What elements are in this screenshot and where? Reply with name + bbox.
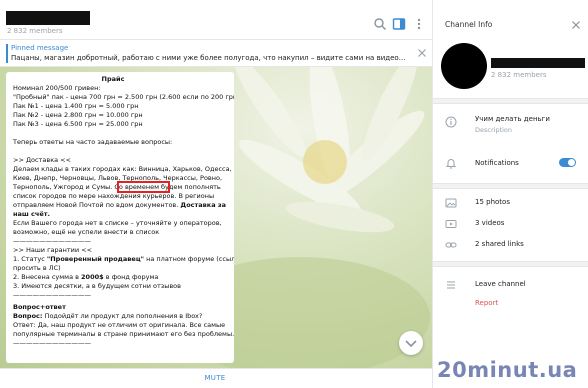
msg-line: 3. Имеются десятки, а в будущем сотни от…: [13, 282, 181, 290]
close-icon[interactable]: [417, 48, 427, 58]
more-options-icon[interactable]: [412, 17, 426, 31]
report-button[interactable]: Report: [475, 299, 498, 307]
msg-separator: ————————————: [13, 291, 91, 299]
msg-line: популярные терминалы в стране принимают …: [13, 330, 234, 338]
msg-line: Пак №1 - цена 1.400 грн = 5.000 грн: [13, 102, 139, 110]
toggle-knob: [568, 159, 575, 166]
pinned-title: Pinned message: [11, 44, 69, 52]
message-bubble: Прайс Номинал 200/500 гривен: "Пробный" …: [6, 72, 234, 363]
msg-line: Вопрос: Подойдёт ли продукт для пополнен…: [13, 312, 202, 321]
close-icon[interactable]: [571, 20, 581, 30]
link-icon: [445, 242, 457, 248]
msg-line: возможно, ещё не успели внести в список: [13, 228, 160, 236]
pinned-message[interactable]: Pinned message Пацаны, магазин добротный…: [0, 40, 432, 67]
chevron-down-icon: [405, 340, 417, 348]
msg-section-guarantees: >> Наши гарантии <<: [13, 246, 93, 254]
shared-photos[interactable]: 15 photos: [475, 198, 510, 206]
bottom-bar: MUTE: [0, 368, 432, 388]
msg-span: 1. Статус: [13, 255, 47, 263]
channel-name-redacted: [491, 58, 585, 68]
msg-section-faq: Вопрос+ответ: [13, 303, 66, 311]
msg-bold-span: "Проверенный продавец": [46, 255, 145, 263]
msg-section-delivery: >> Доставка <<: [13, 156, 72, 164]
scroll-down-button[interactable]: [399, 331, 423, 355]
channel-info-panel: Channel Info 2 832 members Учим делать д…: [432, 0, 588, 388]
msg-line: отправляем Новой Почтой по вдом документ…: [13, 201, 226, 210]
notifications-label: Notifications: [475, 159, 519, 167]
msg-line: "Пробный" пак - цена 700 грн = 2.500 грн…: [13, 93, 234, 101]
leave-channel-button[interactable]: Leave channel: [475, 280, 526, 288]
list-icon: [447, 281, 455, 289]
msg-bold-span: 2000$: [81, 273, 104, 281]
msg-price-heading: Прайс: [101, 75, 125, 83]
msg-line: Пак №3 - цена 6.500 грн = 25.000 грн: [13, 120, 143, 128]
info-icon: [445, 116, 457, 128]
msg-bold-span: Вопрос:: [13, 312, 43, 320]
panel-title: Channel Info: [445, 20, 493, 29]
msg-line: список городов по мере нахождения курьер…: [13, 192, 215, 200]
msg-span: на платном форуме (ссылку: [144, 255, 234, 263]
photo-icon: [445, 198, 457, 208]
notifications-toggle[interactable]: [559, 158, 576, 167]
msg-line: Делаем клады в таких городах как: Винниц…: [13, 165, 232, 173]
section-divider: [433, 98, 588, 104]
msg-span: в фонд форума: [103, 273, 159, 281]
chat-title-redacted[interactable]: [6, 11, 90, 25]
shared-links[interactable]: 2 shared links: [475, 240, 524, 248]
mute-button[interactable]: MUTE: [190, 374, 240, 382]
msg-line: наш счёт.: [13, 210, 51, 218]
section-divider: [433, 183, 588, 189]
chat-header: 2 832 members: [0, 0, 432, 40]
msg-line: Пак №2 - цена 2.800 грн = 10.000 грн: [13, 111, 143, 119]
msg-line: просить в ЛС): [13, 264, 61, 272]
msg-span: Подойдёт ли продукт для пополнения в Ibo…: [42, 312, 203, 320]
search-icon[interactable]: [373, 17, 387, 31]
msg-separator: ————————————: [13, 237, 91, 245]
panel-member-count: 2 832 members: [491, 71, 547, 79]
highlight-box: [117, 181, 170, 193]
sidebar-toggle-icon[interactable]: [392, 17, 406, 31]
msg-line: Если Вашего города нет в списке – уточня…: [13, 219, 222, 227]
msg-line: 1. Статус "Проверенный продавец" на плат…: [13, 255, 234, 264]
chat-area: 2 832 members Pinned message Пацаны, маг…: [0, 0, 432, 388]
msg-line: Ответ: Да, наш продукт не отличим от ори…: [13, 321, 226, 329]
description-label: Description: [475, 126, 513, 134]
msg-line: 2. Внесена сумма в 2000$ в фонд форума: [13, 273, 158, 282]
chat-member-count: 2 832 members: [7, 27, 63, 35]
watermark: 20minut.ua: [437, 358, 578, 382]
msg-span: отправляем Новой Почтой по вдом документ…: [13, 201, 179, 209]
video-icon: [445, 220, 457, 228]
channel-avatar[interactable]: [441, 43, 487, 89]
bell-icon: [445, 159, 457, 169]
pinned-accent-bar: [6, 44, 8, 63]
section-divider: [433, 261, 588, 267]
msg-separator: ————————————: [13, 339, 91, 347]
msg-span: 2. Внесена сумма в: [13, 273, 82, 281]
msg-line: Теперь ответы на часто задаваемые вопрос…: [13, 138, 173, 146]
pinned-text: Пацаны, магазин добротный, работаю с ним…: [11, 54, 406, 62]
channel-description: Учим делать деньги: [475, 115, 550, 123]
msg-line: Номинал 200/500 гривен:: [13, 84, 101, 92]
shared-videos[interactable]: 3 videos: [475, 219, 504, 227]
msg-bold-span: Доставка за: [180, 201, 227, 209]
